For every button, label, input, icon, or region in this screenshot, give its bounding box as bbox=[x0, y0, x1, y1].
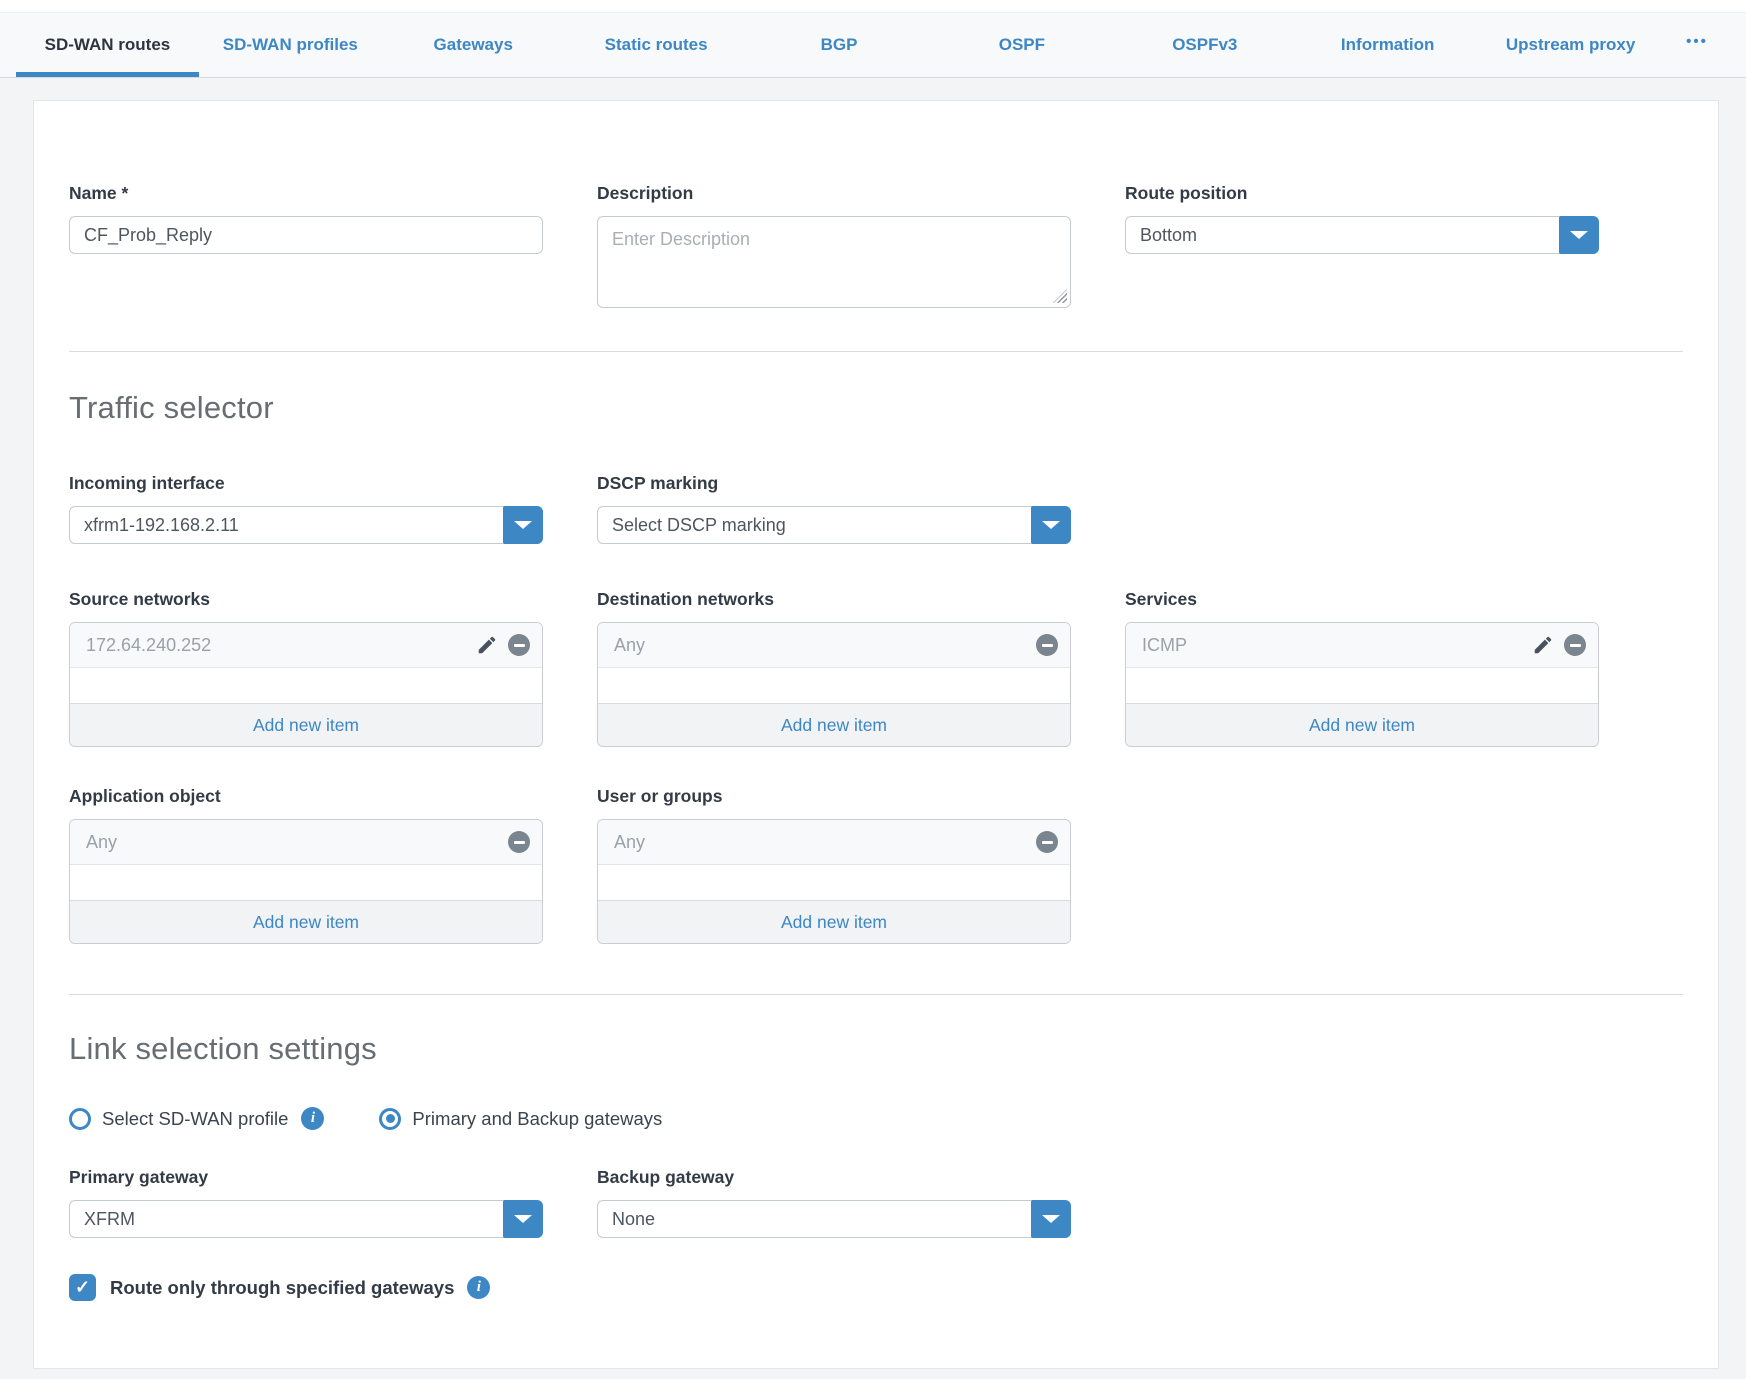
route-only-row: Route only through specified gateways bbox=[69, 1274, 1683, 1301]
radio-select-sdwan-profile[interactable]: Select SD-WAN profile bbox=[69, 1107, 324, 1130]
list-item-text: ICMP bbox=[1142, 635, 1187, 656]
list-item-text: Any bbox=[614, 832, 645, 853]
info-icon[interactable] bbox=[467, 1276, 490, 1299]
destination-networks-label: Destination networks bbox=[597, 588, 1071, 610]
list-empty-area bbox=[70, 668, 542, 703]
tab-sd-wan-routes[interactable]: SD-WAN routes bbox=[16, 13, 199, 77]
tab-sd-wan-profiles[interactable]: SD-WAN profiles bbox=[199, 13, 382, 77]
list-item: ICMP bbox=[1126, 623, 1598, 668]
tab-bar: SD-WAN routes SD-WAN profiles Gateways S… bbox=[0, 12, 1746, 78]
user-groups-list: Any Add new item bbox=[597, 819, 1071, 944]
tab-ospfv3[interactable]: OSPFv3 bbox=[1113, 13, 1296, 77]
route-position-select[interactable]: Bottom bbox=[1125, 216, 1599, 254]
radio-checked-icon[interactable] bbox=[379, 1108, 401, 1130]
edit-icon[interactable] bbox=[1532, 634, 1554, 656]
user-or-groups-label: User or groups bbox=[597, 785, 1071, 807]
application-object-list: Any Add new item bbox=[69, 819, 543, 944]
primary-gateway-value: XFRM bbox=[84, 1209, 135, 1230]
list-empty-area bbox=[598, 865, 1070, 900]
route-position-label: Route position bbox=[1125, 182, 1599, 204]
add-destination-network-button[interactable]: Add new item bbox=[598, 703, 1070, 746]
add-user-group-button[interactable]: Add new item bbox=[598, 900, 1070, 943]
edit-icon[interactable] bbox=[476, 634, 498, 656]
traffic-selector-heading: Traffic selector bbox=[69, 390, 1683, 426]
add-application-object-button[interactable]: Add new item bbox=[70, 900, 542, 943]
incoming-interface-select[interactable]: xfrm1-192.168.2.11 bbox=[69, 506, 543, 544]
incoming-interface-label: Incoming interface bbox=[69, 472, 543, 494]
remove-icon[interactable] bbox=[508, 634, 530, 656]
form-card: Name * Description Route position Bottom bbox=[33, 100, 1719, 1369]
tab-information[interactable]: Information bbox=[1296, 13, 1479, 77]
list-item: Any bbox=[598, 820, 1070, 865]
radio-label: Primary and Backup gateways bbox=[412, 1108, 662, 1130]
remove-icon[interactable] bbox=[1036, 634, 1058, 656]
tab-upstream-proxy[interactable]: Upstream proxy bbox=[1479, 13, 1662, 77]
remove-icon[interactable] bbox=[508, 831, 530, 853]
source-networks-list: 172.64.240.252 Add new item bbox=[69, 622, 543, 747]
chevron-down-icon[interactable] bbox=[503, 506, 543, 544]
section-divider bbox=[69, 351, 1683, 352]
link-selection-radio-group: Select SD-WAN profile Primary and Backup… bbox=[69, 1107, 1683, 1130]
page-background: Name * Description Route position Bottom bbox=[0, 78, 1746, 1379]
chevron-down-icon[interactable] bbox=[503, 1200, 543, 1238]
primary-gateway-label: Primary gateway bbox=[69, 1166, 543, 1188]
tab-gateways[interactable]: Gateways bbox=[382, 13, 565, 77]
list-item-text: Any bbox=[86, 832, 117, 853]
tab-bgp[interactable]: BGP bbox=[748, 13, 931, 77]
incoming-interface-value: xfrm1-192.168.2.11 bbox=[84, 515, 239, 536]
tab-static-routes[interactable]: Static routes bbox=[565, 13, 748, 77]
chevron-down-icon[interactable] bbox=[1031, 506, 1071, 544]
backup-gateway-label: Backup gateway bbox=[597, 1166, 1071, 1188]
chevron-down-icon[interactable] bbox=[1031, 1200, 1071, 1238]
remove-icon[interactable] bbox=[1036, 831, 1058, 853]
radio-label: Select SD-WAN profile bbox=[102, 1108, 288, 1130]
dscp-marking-value: Select DSCP marking bbox=[612, 515, 786, 536]
backup-gateway-select[interactable]: None bbox=[597, 1200, 1071, 1238]
route-position-value: Bottom bbox=[1140, 225, 1197, 246]
chevron-down-icon[interactable] bbox=[1559, 216, 1599, 254]
list-item: 172.64.240.252 bbox=[70, 623, 542, 668]
name-input[interactable] bbox=[69, 216, 543, 254]
add-service-button[interactable]: Add new item bbox=[1126, 703, 1598, 746]
section-divider bbox=[69, 994, 1683, 995]
add-source-network-button[interactable]: Add new item bbox=[70, 703, 542, 746]
source-networks-label: Source networks bbox=[69, 588, 543, 610]
radio-primary-backup-gateways[interactable]: Primary and Backup gateways bbox=[379, 1108, 662, 1130]
description-textarea[interactable] bbox=[597, 216, 1071, 308]
list-item: Any bbox=[598, 623, 1070, 668]
list-item-text: 172.64.240.252 bbox=[86, 635, 211, 656]
list-item-text: Any bbox=[614, 635, 645, 656]
name-label: Name * bbox=[69, 182, 543, 204]
primary-gateway-select[interactable]: XFRM bbox=[69, 1200, 543, 1238]
more-tabs-button[interactable]: ••• bbox=[1662, 13, 1732, 77]
radio-icon[interactable] bbox=[69, 1108, 91, 1130]
ellipsis-icon: ••• bbox=[1686, 33, 1708, 50]
route-only-label: Route only through specified gateways bbox=[110, 1277, 454, 1299]
list-empty-area bbox=[1126, 668, 1598, 703]
link-selection-heading: Link selection settings bbox=[69, 1031, 1683, 1067]
dscp-marking-label: DSCP marking bbox=[597, 472, 1071, 494]
application-object-label: Application object bbox=[69, 785, 543, 807]
list-empty-area bbox=[598, 668, 1070, 703]
list-empty-area bbox=[70, 865, 542, 900]
services-label: Services bbox=[1125, 588, 1599, 610]
info-icon[interactable] bbox=[301, 1107, 324, 1130]
dscp-marking-select[interactable]: Select DSCP marking bbox=[597, 506, 1071, 544]
list-item: Any bbox=[70, 820, 542, 865]
route-only-checkbox[interactable] bbox=[69, 1274, 96, 1301]
remove-icon[interactable] bbox=[1564, 634, 1586, 656]
destination-networks-list: Any Add new item bbox=[597, 622, 1071, 747]
tab-ospf[interactable]: OSPF bbox=[930, 13, 1113, 77]
services-list: ICMP Add new item bbox=[1125, 622, 1599, 747]
backup-gateway-value: None bbox=[612, 1209, 655, 1230]
description-label: Description bbox=[597, 182, 1071, 204]
